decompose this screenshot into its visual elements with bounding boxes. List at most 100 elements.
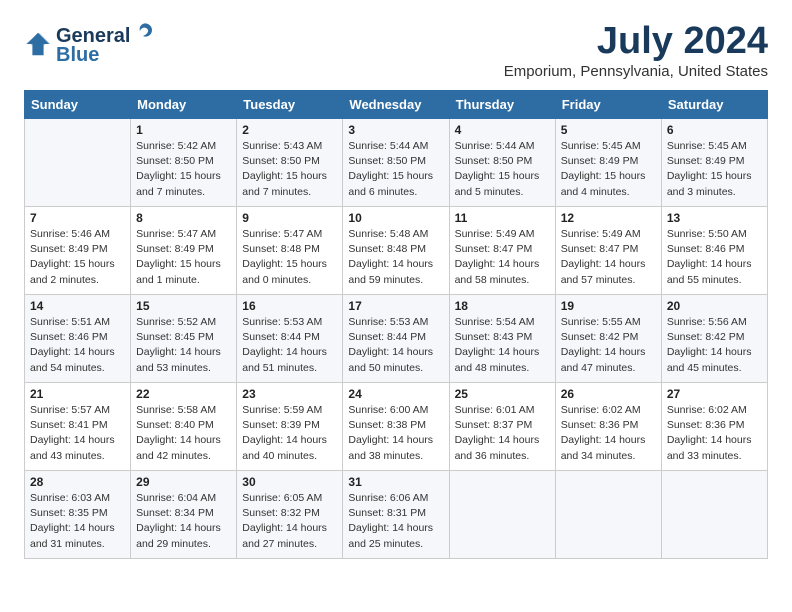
calendar-cell: 17Sunrise: 5:53 AM Sunset: 8:44 PM Dayli…: [343, 295, 449, 383]
calendar-cell: 21Sunrise: 5:57 AM Sunset: 8:41 PM Dayli…: [25, 383, 131, 471]
calendar-cell: 22Sunrise: 5:58 AM Sunset: 8:40 PM Dayli…: [131, 383, 237, 471]
calendar-cell: 5Sunrise: 5:45 AM Sunset: 8:49 PM Daylig…: [555, 119, 661, 207]
logo-bird-icon: [132, 20, 154, 42]
calendar-cell: 14 Sunrise: 5:51 AM Sunset: 8:46 PM Dayli…: [25, 295, 131, 383]
day-info: Sunrise: 5:43 AM Sunset: 8:50 PM Dayligh…: [242, 139, 337, 200]
calendar-cell: 9 Sunrise: 5:47 AM Sunset: 8:48 PM Daylig…: [237, 207, 343, 295]
day-info: Sunrise: 6:04 AM Sunset: 8:34 PM Dayligh…: [136, 491, 231, 552]
day-info: Sunrise: 6:05 AM Sunset: 8:32 PM Dayligh…: [242, 491, 337, 552]
calendar-cell: [25, 119, 131, 207]
day-info: Sunrise: 5:48 AM Sunset: 8:48 PM Dayligh…: [348, 227, 443, 288]
day-info: Sunrise: 6:00 AM Sunset: 8:38 PM Dayligh…: [348, 403, 443, 464]
day-number: 12: [561, 211, 656, 225]
weekday-header-tuesday: Tuesday: [237, 91, 343, 119]
calendar-cell: [555, 471, 661, 559]
calendar-cell: 29Sunrise: 6:04 AM Sunset: 8:34 PM Dayli…: [131, 471, 237, 559]
calendar-cell: 24 Sunrise: 6:00 AM Sunset: 8:38 PM Dayli…: [343, 383, 449, 471]
day-info: Sunrise: 5:47 AM Sunset: 8:49 PM Dayligh…: [136, 227, 231, 288]
day-number: 23: [242, 387, 337, 401]
calendar-cell: 20 Sunrise: 5:56 AM Sunset: 8:42 PM Dayli…: [661, 295, 767, 383]
day-number: 6: [667, 123, 762, 137]
logo: General Blue: [24, 20, 156, 67]
day-info: Sunrise: 5:51 AM Sunset: 8:46 PM Dayligh…: [30, 315, 125, 376]
day-number: 8: [136, 211, 231, 225]
calendar-cell: 10 Sunrise: 5:48 AM Sunset: 8:48 PM Dayli…: [343, 207, 449, 295]
weekday-header-thursday: Thursday: [449, 91, 555, 119]
calendar-cell: 23Sunrise: 5:59 AM Sunset: 8:39 PM Dayli…: [237, 383, 343, 471]
day-number: 4: [455, 123, 550, 137]
calendar-week-row: 21Sunrise: 5:57 AM Sunset: 8:41 PM Dayli…: [25, 383, 768, 471]
calendar-cell: 18 Sunrise: 5:54 AM Sunset: 8:43 PM Dayli…: [449, 295, 555, 383]
day-number: 30: [242, 475, 337, 489]
day-info: Sunrise: 5:44 AM Sunset: 8:50 PM Dayligh…: [455, 139, 550, 200]
location-subtitle: Emporium, Pennsylvania, United States: [504, 63, 768, 80]
day-info: Sunrise: 6:03 AM Sunset: 8:35 PM Dayligh…: [30, 491, 125, 552]
day-number: 18: [455, 299, 550, 313]
weekday-header-wednesday: Wednesday: [343, 91, 449, 119]
calendar-cell: 6 Sunrise: 5:45 AM Sunset: 8:49 PM Daylig…: [661, 119, 767, 207]
weekday-header-sunday: Sunday: [25, 91, 131, 119]
day-number: 3: [348, 123, 443, 137]
day-number: 31: [348, 475, 443, 489]
calendar-cell: 15Sunrise: 5:52 AM Sunset: 8:45 PM Dayli…: [131, 295, 237, 383]
calendar-cell: 4 Sunrise: 5:44 AM Sunset: 8:50 PM Daylig…: [449, 119, 555, 207]
weekday-header-monday: Monday: [131, 91, 237, 119]
weekday-header-friday: Friday: [555, 91, 661, 119]
calendar-cell: 28 Sunrise: 6:03 AM Sunset: 8:35 PM Dayli…: [25, 471, 131, 559]
day-info: Sunrise: 5:50 AM Sunset: 8:46 PM Dayligh…: [667, 227, 762, 288]
day-info: Sunrise: 6:01 AM Sunset: 8:37 PM Dayligh…: [455, 403, 550, 464]
day-number: 20: [667, 299, 762, 313]
day-number: 13: [667, 211, 762, 225]
day-info: Sunrise: 6:06 AM Sunset: 8:31 PM Dayligh…: [348, 491, 443, 552]
calendar-cell: 19 Sunrise: 5:55 AM Sunset: 8:42 PM Dayli…: [555, 295, 661, 383]
day-info: Sunrise: 5:49 AM Sunset: 8:47 PM Dayligh…: [455, 227, 550, 288]
day-info: Sunrise: 5:47 AM Sunset: 8:48 PM Dayligh…: [242, 227, 337, 288]
weekday-header-saturday: Saturday: [661, 91, 767, 119]
day-number: 11: [455, 211, 550, 225]
calendar-cell: 16 Sunrise: 5:53 AM Sunset: 8:44 PM Dayli…: [237, 295, 343, 383]
day-number: 14: [30, 299, 125, 313]
day-number: 28: [30, 475, 125, 489]
day-number: 2: [242, 123, 337, 137]
month-title: July 2024: [504, 20, 768, 63]
title-block: July 2024 Emporium, Pennsylvania, United…: [504, 20, 768, 80]
day-info: Sunrise: 5:56 AM Sunset: 8:42 PM Dayligh…: [667, 315, 762, 376]
day-info: Sunrise: 5:53 AM Sunset: 8:44 PM Dayligh…: [348, 315, 443, 376]
calendar-cell: 2 Sunrise: 5:43 AM Sunset: 8:50 PM Daylig…: [237, 119, 343, 207]
day-info: Sunrise: 5:49 AM Sunset: 8:47 PM Dayligh…: [561, 227, 656, 288]
logo-icon: [24, 30, 52, 58]
calendar-cell: 26Sunrise: 6:02 AM Sunset: 8:36 PM Dayli…: [555, 383, 661, 471]
calendar-header-row: SundayMondayTuesdayWednesdayThursdayFrid…: [25, 91, 768, 119]
calendar-cell: [449, 471, 555, 559]
day-number: 16: [242, 299, 337, 313]
day-info: Sunrise: 5:45 AM Sunset: 8:49 PM Dayligh…: [667, 139, 762, 200]
day-info: Sunrise: 5:53 AM Sunset: 8:44 PM Dayligh…: [242, 315, 337, 376]
day-number: 24: [348, 387, 443, 401]
calendar-cell: 25 Sunrise: 6:01 AM Sunset: 8:37 PM Dayli…: [449, 383, 555, 471]
day-number: 1: [136, 123, 231, 137]
day-number: 19: [561, 299, 656, 313]
day-info: Sunrise: 5:42 AM Sunset: 8:50 PM Dayligh…: [136, 139, 231, 200]
calendar-cell: [661, 471, 767, 559]
day-number: 10: [348, 211, 443, 225]
day-info: Sunrise: 5:58 AM Sunset: 8:40 PM Dayligh…: [136, 403, 231, 464]
day-number: 7: [30, 211, 125, 225]
calendar-week-row: 14 Sunrise: 5:51 AM Sunset: 8:46 PM Dayli…: [25, 295, 768, 383]
day-info: Sunrise: 5:55 AM Sunset: 8:42 PM Dayligh…: [561, 315, 656, 376]
calendar-cell: 7Sunrise: 5:46 AM Sunset: 8:49 PM Daylig…: [25, 207, 131, 295]
calendar-cell: 31 Sunrise: 6:06 AM Sunset: 8:31 PM Dayli…: [343, 471, 449, 559]
calendar-cell: 3 Sunrise: 5:44 AM Sunset: 8:50 PM Daylig…: [343, 119, 449, 207]
calendar-cell: 30 Sunrise: 6:05 AM Sunset: 8:32 PM Dayli…: [237, 471, 343, 559]
day-info: Sunrise: 5:44 AM Sunset: 8:50 PM Dayligh…: [348, 139, 443, 200]
day-number: 27: [667, 387, 762, 401]
day-number: 25: [455, 387, 550, 401]
calendar-cell: 8 Sunrise: 5:47 AM Sunset: 8:49 PM Daylig…: [131, 207, 237, 295]
page-header: General Blue July 2024 Emporium, Pennsyl…: [24, 20, 768, 80]
day-number: 9: [242, 211, 337, 225]
calendar-cell: 1 Sunrise: 5:42 AM Sunset: 8:50 PM Daylig…: [131, 119, 237, 207]
day-info: Sunrise: 5:52 AM Sunset: 8:45 PM Dayligh…: [136, 315, 231, 376]
day-number: 5: [561, 123, 656, 137]
day-number: 21: [30, 387, 125, 401]
day-info: Sunrise: 5:54 AM Sunset: 8:43 PM Dayligh…: [455, 315, 550, 376]
calendar-week-row: 7Sunrise: 5:46 AM Sunset: 8:49 PM Daylig…: [25, 207, 768, 295]
